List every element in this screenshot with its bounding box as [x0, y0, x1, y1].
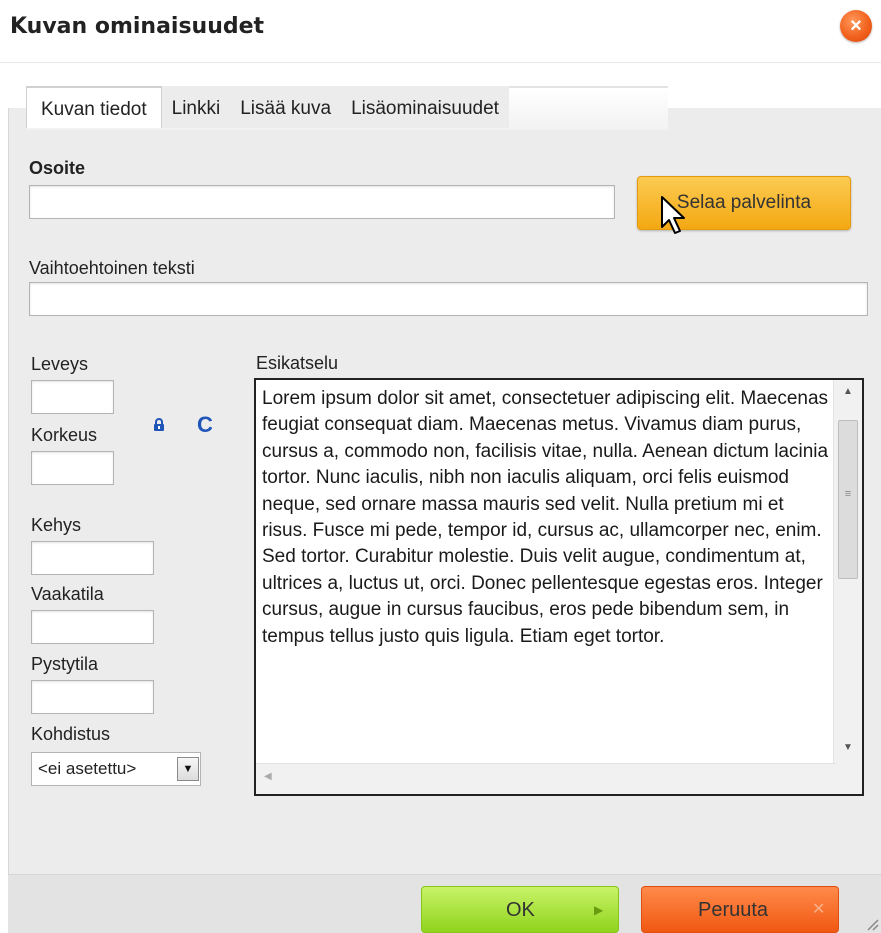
chevron-down-icon[interactable]: ▼ — [177, 757, 199, 781]
reset-size-icon[interactable]: C — [197, 414, 213, 436]
scroll-grip-icon: ≡ — [844, 488, 852, 500]
arrow-right-icon: ▶ — [594, 903, 604, 917]
hspace-input[interactable] — [31, 610, 154, 644]
align-label: Kohdistus — [31, 724, 111, 744]
preview-pane[interactable]: Lorem ipsum dolor sit amet, consectetuer… — [254, 378, 864, 796]
scroll-left-icon[interactable]: ◀ — [264, 771, 272, 782]
dialog-title: Kuvan ominaisuudet — [10, 14, 265, 39]
align-select[interactable]: <ei asetettu> ▼ — [31, 752, 201, 786]
close-small-icon: ✕ — [812, 901, 826, 918]
scroll-up-icon[interactable]: ▲ — [834, 386, 862, 397]
preview-text: Lorem ipsum dolor sit amet, consectetuer… — [262, 388, 829, 647]
close-icon: × — [850, 15, 862, 37]
scroll-down-icon[interactable]: ▼ — [834, 742, 862, 753]
tab-list: Kuvan tiedot Linkki Lisää kuva Lisäomina… — [26, 86, 509, 128]
ok-button[interactable]: OK ▶ — [421, 886, 619, 933]
tab-advanced[interactable]: Lisäominaisuudet — [341, 86, 509, 128]
horizontal-scrollbar[interactable]: ◀ ▶ — [256, 763, 856, 794]
url-input[interactable] — [29, 185, 615, 219]
close-button[interactable]: × — [840, 10, 872, 42]
align-selected-value: <ei asetettu> — [38, 759, 137, 778]
cancel-button-label: Peruuta — [698, 899, 769, 921]
alt-text-input[interactable] — [29, 282, 868, 316]
hspace-label: Vaakatila — [31, 584, 104, 604]
preview-label: Esikatselu — [256, 353, 339, 373]
resize-handle-icon[interactable] — [865, 917, 879, 931]
tab-link[interactable]: Linkki — [161, 86, 231, 128]
vspace-label: Pystytila — [31, 654, 99, 674]
tab-image-info[interactable]: Kuvan tiedot — [26, 86, 162, 128]
tab-upload[interactable]: Lisää kuva — [230, 86, 342, 128]
ok-button-label: OK — [506, 899, 535, 921]
url-label: Osoite — [29, 158, 86, 178]
alt-text-label: Vaihtoehtoinen teksti — [29, 258, 195, 278]
cancel-button[interactable]: Peruuta ✕ — [641, 886, 839, 933]
vertical-scrollbar[interactable]: ▲ ≡ ▼ — [833, 380, 862, 764]
width-label: Leveys — [31, 354, 89, 374]
height-input[interactable] — [31, 451, 114, 485]
border-label: Kehys — [31, 515, 82, 535]
width-input[interactable] — [31, 380, 114, 414]
scroll-corner — [834, 764, 862, 794]
lock-icon[interactable] — [153, 418, 165, 432]
title-divider — [0, 62, 881, 63]
vspace-input[interactable] — [31, 680, 154, 714]
mouse-cursor-icon — [661, 196, 685, 234]
border-input[interactable] — [31, 541, 154, 575]
height-label: Korkeus — [31, 425, 98, 445]
